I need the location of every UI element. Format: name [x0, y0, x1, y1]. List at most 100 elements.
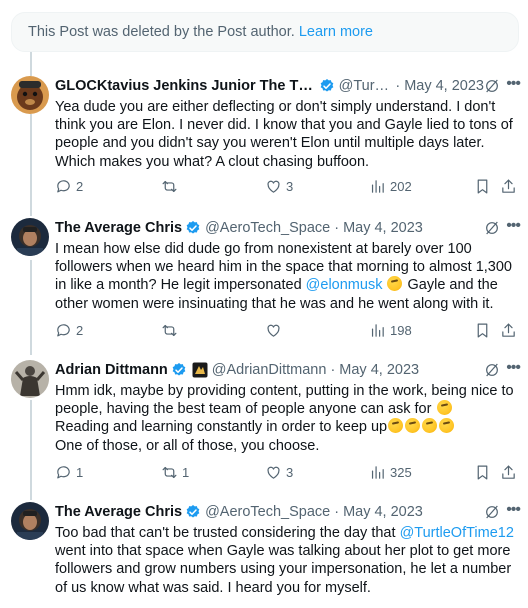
repost-icon — [162, 466, 177, 479]
avatar[interactable] — [11, 76, 49, 114]
thinking-emoji-icon — [387, 276, 403, 292]
verified-badge-icon — [172, 363, 186, 376]
mention-link[interactable]: @elonmusk — [306, 277, 383, 293]
separator-dot: · — [395, 78, 401, 94]
repost-button[interactable]: 1 — [161, 464, 189, 481]
grok-icon[interactable] — [484, 362, 500, 378]
more-options-icon[interactable]: ••• — [506, 75, 521, 93]
post[interactable]: Adrian Dittmann @AdrianDittmann · May 4,… — [0, 359, 528, 486]
thinking-emoji-icon — [439, 418, 455, 434]
views-count: 202 — [390, 179, 412, 194]
post-header: GLOCKtavius Jenkins Junior The Thir... @… — [55, 76, 484, 96]
post-text-part: Reading and learning constantly in order… — [55, 419, 388, 436]
thread-line — [30, 52, 32, 76]
reply-button[interactable]: 2 — [55, 322, 83, 339]
avatar[interactable] — [11, 218, 49, 256]
post-date[interactable]: May 4, 2023 — [404, 78, 484, 94]
post-date[interactable]: May 4, 2023 — [343, 220, 423, 236]
post-text-part: One of those, or all of those, you choos… — [55, 437, 320, 454]
author-name[interactable]: Adrian Dittmann — [55, 362, 168, 378]
views-count: 325 — [390, 465, 412, 480]
verified-badge-icon — [186, 221, 200, 234]
author-name[interactable]: The Average Chris — [55, 220, 182, 236]
views-count: 198 — [390, 323, 412, 338]
bookmark-button[interactable] — [474, 464, 491, 481]
thinking-emoji-icon — [422, 418, 438, 434]
reply-icon — [57, 324, 70, 337]
post-header: Adrian Dittmann @AdrianDittmann · May 4,… — [55, 360, 484, 380]
avatar[interactable] — [11, 502, 49, 540]
post-text: Too bad that can't be trusted considerin… — [55, 524, 515, 597]
share-icon — [502, 465, 515, 479]
reply-icon — [57, 466, 70, 479]
more-options-icon[interactable]: ••• — [506, 501, 521, 519]
share-button[interactable] — [500, 322, 517, 339]
reply-icon — [57, 180, 70, 193]
share-button[interactable] — [500, 464, 517, 481]
post-text-part: Too bad that can't be trusted considerin… — [55, 525, 400, 541]
separator-dot: · — [334, 504, 340, 520]
separator-dot: · — [334, 220, 340, 236]
views-icon — [371, 466, 384, 479]
author-handle[interactable]: @AeroTech_Space — [205, 504, 330, 520]
share-button[interactable] — [500, 178, 517, 195]
reply-button[interactable]: 2 — [55, 178, 83, 195]
bookmark-button[interactable] — [474, 322, 491, 339]
views-button[interactable]: 202 — [369, 178, 412, 195]
reply-count: 2 — [76, 179, 84, 194]
post[interactable]: The Average Chris @AeroTech_Space · May … — [0, 217, 528, 344]
repost-count: 1 — [182, 465, 190, 480]
post-header: The Average Chris @AeroTech_Space · May … — [55, 218, 484, 238]
like-button[interactable]: 3 — [265, 178, 293, 195]
post-actions: 2 198 — [55, 322, 520, 342]
grok-icon[interactable] — [484, 78, 500, 94]
author-name[interactable]: GLOCKtavius Jenkins Junior The Thir... — [55, 78, 316, 94]
post-text-part: went into that space when Gayle was talk… — [55, 543, 512, 596]
reply-button[interactable]: 1 — [55, 464, 83, 481]
learn-more-link[interactable]: Learn more — [299, 24, 373, 40]
like-button[interactable]: 3 — [265, 464, 293, 481]
views-icon — [371, 180, 384, 193]
repost-icon — [162, 180, 177, 193]
post-text: I mean how else did dude go from nonexis… — [55, 240, 515, 313]
repost-button[interactable] — [161, 178, 182, 195]
grok-icon[interactable] — [484, 220, 500, 236]
like-count: 3 — [286, 179, 294, 194]
mention-link[interactable]: @TurtleOfTime12 — [400, 525, 514, 541]
more-options-icon[interactable]: ••• — [506, 359, 521, 377]
bookmark-icon — [477, 465, 488, 480]
post-date[interactable]: May 4, 2023 — [339, 362, 419, 378]
grok-icon[interactable] — [484, 504, 500, 520]
author-handle[interactable]: @Turtl... — [339, 78, 392, 94]
more-options-icon[interactable]: ••• — [506, 217, 521, 235]
post-actions: 2 3 202 — [55, 178, 520, 198]
post-date[interactable]: May 4, 2023 — [343, 504, 423, 520]
bookmark-icon — [477, 179, 488, 194]
views-icon — [371, 324, 384, 337]
author-handle[interactable]: @AeroTech_Space — [205, 220, 330, 236]
like-button[interactable] — [265, 322, 286, 339]
author-handle[interactable]: @AdrianDittmann — [212, 362, 327, 378]
views-button[interactable]: 198 — [369, 322, 412, 339]
post-text: Hmm idk, maybe by providing content, put… — [55, 382, 515, 455]
repost-button[interactable] — [161, 322, 182, 339]
verified-badge-icon — [186, 505, 200, 518]
author-name[interactable]: The Average Chris — [55, 504, 182, 520]
post-actions: 1 1 3 325 — [55, 464, 520, 484]
post-header: The Average Chris @AeroTech_Space · May … — [55, 502, 484, 522]
bookmark-icon — [477, 323, 488, 338]
thinking-emoji-icon — [436, 400, 452, 416]
post[interactable]: GLOCKtavius Jenkins Junior The Thir... @… — [0, 75, 528, 198]
separator-dot: · — [330, 362, 336, 378]
verified-badge-icon — [320, 79, 333, 92]
bookmark-button[interactable] — [474, 178, 491, 195]
heart-icon — [267, 324, 280, 337]
avatar[interactable] — [11, 360, 49, 398]
deleted-post-notice: This Post was deleted by the Post author… — [11, 12, 519, 52]
post[interactable]: The Average Chris @AeroTech_Space · May … — [0, 501, 528, 608]
reply-count: 1 — [76, 465, 84, 480]
thinking-emoji-icon — [405, 418, 421, 434]
affiliate-badge-icon[interactable] — [192, 362, 208, 378]
like-count: 3 — [286, 465, 294, 480]
views-button[interactable]: 325 — [369, 464, 412, 481]
